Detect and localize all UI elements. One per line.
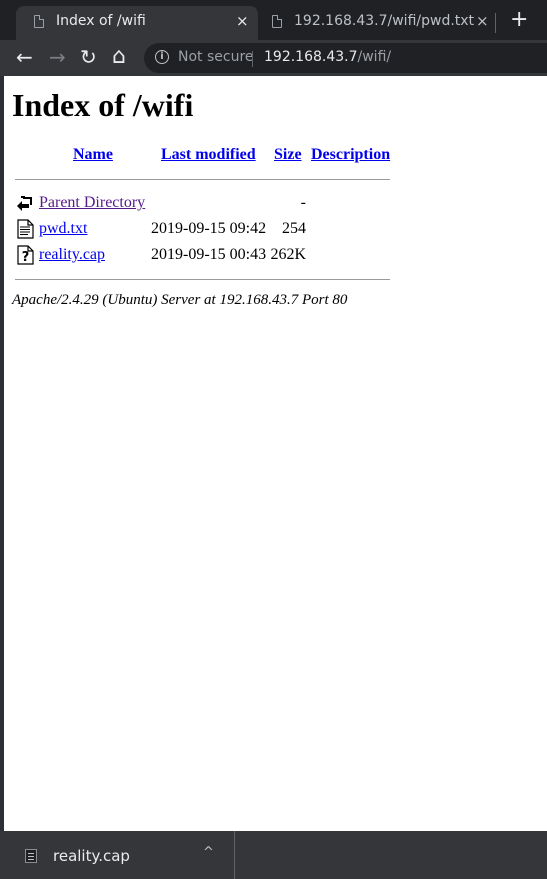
size-cell: 254 [282,220,306,237]
file-link[interactable]: reality.cap [39,246,105,264]
tab-title: Index of /wifi [56,13,146,29]
list-item-parent-directory: Parent Directory - [15,193,395,215]
file-icon [25,849,37,863]
url-host: 192.168.43.7 [264,49,358,65]
back-folder-icon [17,196,32,211]
info-icon[interactable]: i [155,50,169,64]
page-icon [272,15,282,28]
text-file-icon [17,219,34,239]
url-path: /wifi/ [357,49,392,65]
tab-index-wifi[interactable]: Index of /wifi × [16,6,258,40]
tab-divider [495,13,496,33]
back-icon[interactable]: ← [16,44,33,70]
page-content: Index of /wifi Name Last modified Size D… [4,76,547,831]
new-tab-button[interactable]: + [510,7,528,32]
header-divider [15,179,390,180]
file-link[interactable]: pwd.txt [39,220,87,238]
download-shelf: reality.cap ^ [0,831,547,879]
home-icon[interactable]: ⌂ [112,44,126,70]
sort-by-description-link[interactable]: Description [311,146,390,164]
page-icon [34,15,44,28]
page-title: Index of /wifi [12,87,194,123]
forward-icon[interactable]: → [49,44,66,70]
tab-strip: Index of /wifi × 192.168.43.7/wifi/pwd.t… [0,0,547,40]
close-tab-icon[interactable]: × [476,12,489,30]
sort-by-last-modified-link[interactable]: Last modified [161,146,256,164]
download-item[interactable]: reality.cap ^ [0,831,235,879]
server-signature: Apache/2.4.29 (Ubuntu) Server at 192.168… [12,292,348,308]
url-text[interactable]: 192.168.43.7/wifi/ [264,49,391,65]
security-label[interactable]: Not secure [178,49,254,65]
close-tab-icon[interactable]: × [236,12,249,30]
download-filename[interactable]: reality.cap [53,847,130,865]
svg-text:?: ? [22,250,30,265]
table-row: ? reality.cap 2019-09-15 00:43 262K [15,245,395,267]
table-row: pwd.txt 2019-09-15 09:42 254 [15,219,395,241]
tab-title: 192.168.43.7/wifi/pwd.txt [294,13,475,29]
browser-toolbar: ← → ↻ ⌂ i Not secure 192.168.43.7/wifi/ [0,40,547,76]
reload-icon[interactable]: ↻ [80,44,97,70]
unknown-file-icon: ? [17,245,34,265]
omnibox-divider [252,51,253,67]
modified-cell: 2019-09-15 00:43 [151,246,267,263]
footer-divider [15,279,390,280]
size-cell: - [300,194,306,211]
sort-by-name-link[interactable]: Name [73,146,113,164]
sort-by-size-link[interactable]: Size [274,146,302,164]
tab-pwd-txt[interactable]: 192.168.43.7/wifi/pwd.txt × [262,6,500,40]
address-bar[interactable]: i Not secure 192.168.43.7/wifi/ [144,43,547,73]
size-cell: 262K [270,246,306,263]
chevron-up-icon[interactable]: ^ [203,845,214,860]
modified-cell: 2019-09-15 09:42 [151,220,267,237]
parent-directory-link[interactable]: Parent Directory [39,194,145,212]
